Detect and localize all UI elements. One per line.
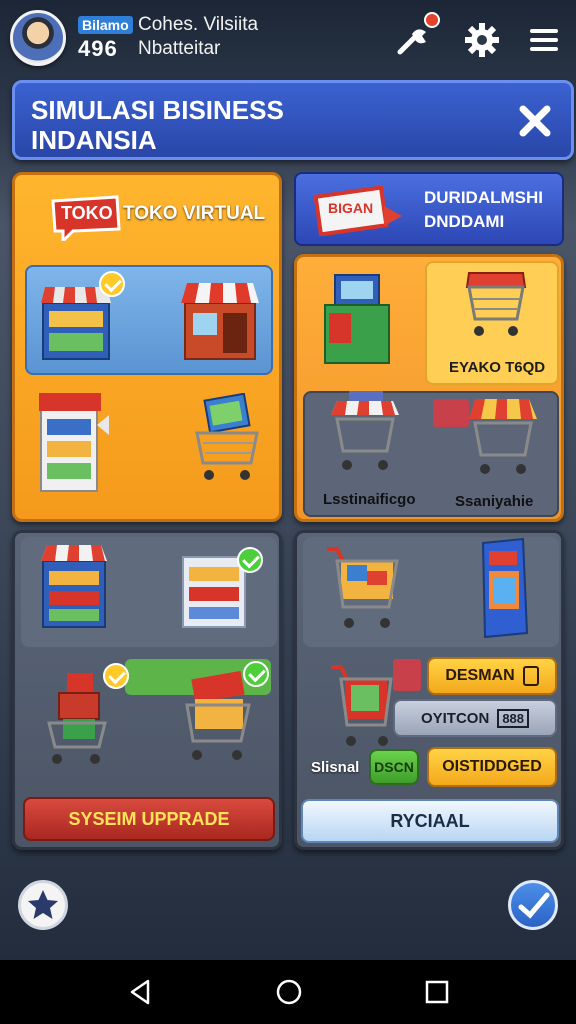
hand-icon xyxy=(522,666,539,686)
rycial-button[interactable]: RYCIAAL xyxy=(301,799,559,843)
shelf-unit-right-icon[interactable] xyxy=(177,539,263,633)
atm-machine-icon[interactable] xyxy=(471,537,539,641)
check-icon xyxy=(103,663,129,689)
product-cart-icon[interactable] xyxy=(327,657,397,753)
top-bar: Bilamo 496 Cohes. Vilsiita Nbatteitar xyxy=(0,0,576,78)
back-icon[interactable] xyxy=(126,977,156,1007)
shelf-unit-left-icon[interactable] xyxy=(37,539,113,633)
vending-stand-icon[interactable] xyxy=(315,269,405,369)
star-icon xyxy=(28,890,58,919)
oyitcon-button[interactable]: OYITCON 888 xyxy=(393,699,557,737)
caption-right: Ssaniyahie xyxy=(455,493,534,510)
toko-virtual-panel[interactable]: TOKO TOKO VIRTUAL xyxy=(12,172,282,522)
check-icon xyxy=(243,661,269,687)
gear-icon[interactable] xyxy=(462,20,502,60)
menu-icon[interactable] xyxy=(526,20,566,60)
player-subtitle: Nbatteitar xyxy=(138,38,221,59)
cart-stack-left-icon[interactable] xyxy=(41,663,133,769)
duridalmshi-label: DURIDALMSHI DNDDAMI xyxy=(424,188,543,231)
check-icon xyxy=(237,547,263,573)
featured-shop-card[interactable]: EYAKO T6QD xyxy=(425,261,559,385)
shelf-row xyxy=(21,537,277,647)
confirm-button[interactable] xyxy=(508,880,558,930)
desman-button[interactable]: DESMAN xyxy=(427,657,557,695)
oyitcon-label: OYITCON xyxy=(420,709,490,727)
player-name: Cohes. Vilsiita xyxy=(138,14,259,35)
check-icon xyxy=(99,271,125,297)
storefront-icon[interactable] xyxy=(177,273,263,363)
recent-apps-icon[interactable] xyxy=(422,977,452,1007)
red-tag xyxy=(393,659,421,691)
upgrade-panel[interactable]: SYSEIM UPPRADE xyxy=(12,530,282,850)
code-label: 888 xyxy=(497,708,530,728)
player-avatar[interactable] xyxy=(10,10,66,66)
check-icon xyxy=(518,892,550,919)
toko-tag: TOKO xyxy=(49,195,123,245)
full-cart-icon[interactable] xyxy=(323,541,403,641)
player-score: 496 xyxy=(78,36,118,61)
toko-virtual-label: TOKO VIRTUAL xyxy=(123,203,266,224)
kiosk-shop-icon[interactable] xyxy=(35,385,111,495)
toko-tag-label: TOKO xyxy=(61,203,113,223)
cart-stack-right-icon[interactable] xyxy=(179,661,273,769)
red-tag xyxy=(433,399,469,427)
stall-cart-left-icon[interactable] xyxy=(327,389,403,479)
system-nav-bar xyxy=(0,960,576,1024)
system-upgrade-button[interactable]: SYSEIM UPPRADE xyxy=(23,797,275,841)
cart-icon xyxy=(461,267,531,339)
home-icon[interactable] xyxy=(274,977,304,1007)
title-banner: SIMULASI BISINESS INDANSIA xyxy=(12,80,574,160)
desman-label: DESMAN xyxy=(445,667,515,684)
cart-stand-icon[interactable] xyxy=(191,392,263,485)
market-panel[interactable]: EYAKO T6QD Lsstinaificgo Ssaniyahie xyxy=(294,254,564,522)
cart-row: Lsstinaificgo Ssaniyahie xyxy=(303,391,559,517)
sign-label: BIGAN xyxy=(328,200,374,216)
control-panel[interactable]: DESMAN OYITCON 888 Slisnal DSCN OISTIDDG… xyxy=(294,530,564,850)
stall-cart-right-icon[interactable] xyxy=(465,393,541,483)
equipment-row xyxy=(303,537,559,647)
shelf-shop-icon[interactable] xyxy=(37,271,125,363)
featured-shop-label: EYAKO T6QD xyxy=(449,359,546,376)
shop-showcase xyxy=(25,265,273,375)
page-title: SIMULASI BISINESS INDANSIA xyxy=(31,95,284,155)
close-icon[interactable] xyxy=(513,99,557,143)
duridalmshi-button[interactable]: BIGAN DURIDALMSHI DNDDAMI xyxy=(294,172,564,246)
sign-icon: BIGAN xyxy=(313,185,404,237)
player-badge: Bilamo xyxy=(78,16,133,34)
caption-left: Lsstinaificgo xyxy=(323,491,416,508)
favorites-button[interactable] xyxy=(18,880,68,930)
notification-dot xyxy=(424,12,440,28)
shenal-label: Slisnal xyxy=(311,759,360,776)
olstidoged-button[interactable]: OISTIDDGED xyxy=(427,747,557,787)
dscn-button[interactable]: DSCN xyxy=(369,749,419,785)
